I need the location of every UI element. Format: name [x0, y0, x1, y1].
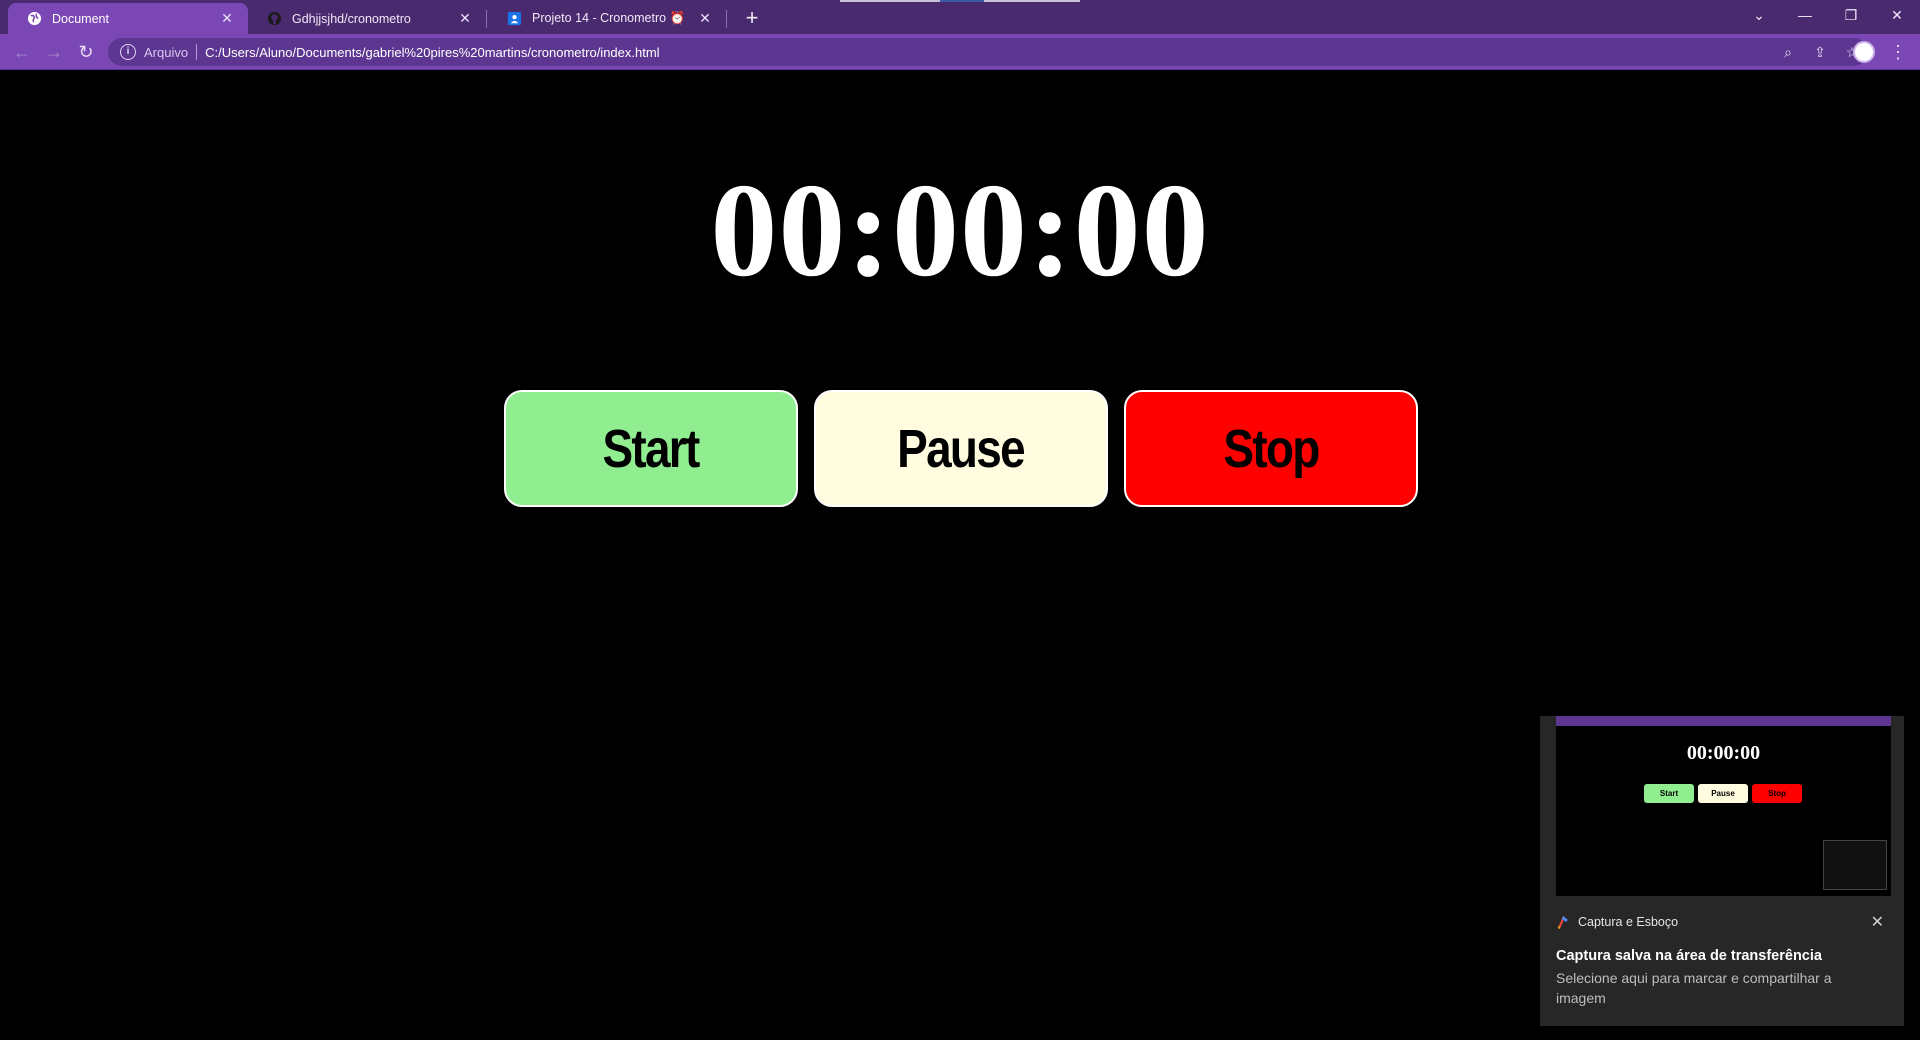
tab-separator: [486, 10, 487, 28]
close-icon[interactable]: ✕: [696, 10, 714, 27]
tab-separator: [726, 10, 727, 28]
address-scheme-label: Arquivo: [144, 44, 189, 60]
zoom-icon[interactable]: ⌕: [1772, 44, 1804, 61]
thumbnail-browser-bar: [1556, 716, 1891, 726]
tab-document[interactable]: Document ✕: [8, 3, 248, 34]
pause-label: Pause: [897, 418, 1026, 479]
address-bar[interactable]: i Arquivo C:/Users/Aluno/Documents/gabri…: [108, 38, 1868, 66]
top-accent-line: [940, 0, 984, 2]
thumbnail-nested-preview: [1823, 840, 1887, 890]
browser-toolbar: ← → ↻ i Arquivo C:/Users/Aluno/Documents…: [0, 34, 1920, 70]
tab-projeto-14[interactable]: Projeto 14 - Cronometro ⏰ ✕: [488, 3, 726, 34]
top-accent-line: [840, 0, 940, 2]
globe-icon: [26, 11, 42, 27]
profile-favicon-icon: [506, 11, 522, 27]
back-icon[interactable]: ←: [8, 39, 36, 65]
close-icon[interactable]: ✕: [1871, 912, 1884, 932]
info-icon[interactable]: i: [120, 44, 136, 60]
thumbnail-stop: Stop: [1752, 784, 1802, 803]
pause-button[interactable]: Pause: [814, 390, 1108, 507]
github-icon: [266, 11, 282, 27]
toast-title: Captura salva na área de transferência: [1556, 948, 1822, 964]
tab-title: Projeto 14 - Cronometro ⏰: [532, 11, 686, 25]
controls: Start Pause Stop: [504, 390, 1418, 507]
window-close-icon[interactable]: ✕: [1874, 0, 1920, 30]
thumbnail-start: Start: [1644, 784, 1694, 803]
tab-github[interactable]: Gdhjjsjhd/cronometro ✕: [248, 3, 486, 34]
reload-icon[interactable]: ↻: [72, 39, 100, 65]
profile-avatar[interactable]: [1853, 41, 1875, 63]
stop-button[interactable]: Stop: [1124, 390, 1418, 507]
toast-app-header: Captura e Esboço: [1556, 914, 1678, 930]
snip-sketch-icon: [1556, 914, 1570, 930]
close-icon[interactable]: ✕: [456, 10, 474, 27]
new-tab-button[interactable]: +: [738, 4, 766, 32]
menu-dots-icon[interactable]: ⋮: [1888, 39, 1908, 65]
tab-search-chevron-icon[interactable]: ⌄: [1736, 0, 1782, 30]
tab-title: Document: [52, 11, 109, 26]
toast-app-name: Captura e Esboço: [1578, 915, 1679, 929]
start-label: Start: [602, 418, 701, 479]
thumbnail-pause: Pause: [1698, 784, 1748, 803]
stop-label: Stop: [1223, 418, 1320, 479]
thumbnail-buttons: Start Pause Stop: [1644, 784, 1802, 803]
tab-title: Gdhjjsjhd/cronometro: [292, 11, 411, 26]
start-button[interactable]: Start: [504, 390, 798, 507]
share-icon[interactable]: ⇪: [1804, 44, 1836, 61]
toast-body: Selecione aqui para marcar e compartilha…: [1556, 970, 1832, 1006]
screenshot-notification[interactable]: 00:00:00 Start Pause Stop Captura e Esbo…: [1540, 716, 1904, 1026]
restore-icon[interactable]: ❐: [1828, 0, 1874, 30]
tab-strip: Document ✕ Gdhjjsjhd/cronometro ✕ Projet…: [0, 0, 1920, 34]
forward-icon[interactable]: →: [40, 39, 68, 65]
divider: [196, 44, 198, 60]
close-icon[interactable]: ✕: [218, 10, 236, 27]
screenshot-thumbnail[interactable]: 00:00:00 Start Pause Stop: [1556, 716, 1891, 896]
thumbnail-timer: 00:00:00: [1686, 742, 1761, 764]
timer-display: 00:00:00: [710, 156, 1210, 304]
address-url[interactable]: C:/Users/Aluno/Documents/gabriel%20pires…: [205, 45, 659, 60]
minimize-icon[interactable]: —: [1782, 0, 1828, 30]
top-accent-line: [984, 0, 1080, 2]
